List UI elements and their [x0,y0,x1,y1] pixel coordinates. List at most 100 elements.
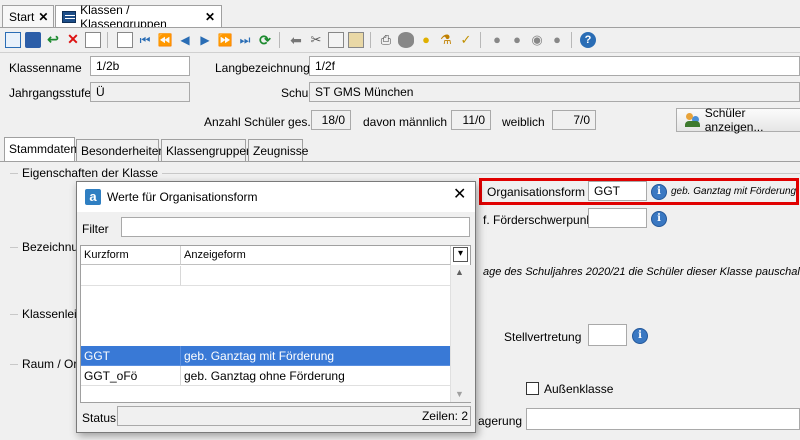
subtab-divider [0,161,800,162]
undo-icon[interactable]: ↩ [45,32,61,48]
tab-stammdaten[interactable]: Stammdaten [4,137,77,162]
klassenname-field[interactable]: 1/2b [90,56,190,76]
tab-start[interactable]: Start ✕ [2,5,54,27]
tab-start-label: Start [9,9,35,24]
filter-input[interactable] [121,217,470,237]
table-row[interactable]: GGT geb. Ganztag mit Förderung [81,346,451,366]
column-header-anzeigeform[interactable]: Anzeigeform [181,246,451,265]
cell-kurzform: GGT [81,346,181,366]
wizard-icon[interactable]: ⚗ [438,32,454,48]
info-icon[interactable]: i [632,328,648,344]
jahrgangsstufe-label: Jahrgangsstufe [9,86,92,100]
table-row[interactable] [81,266,451,286]
cell-kurzform: GGT_oFö [81,366,181,386]
langbezeichnung-label: Langbezeichnung [215,61,310,75]
cell-anzeigeform: geb. Ganztag mit Förderung [181,346,451,366]
tab-zeugnisse[interactable]: Zeugnisse [248,139,308,161]
bemerkung-text: age des Schuljahres 2020/21 die Schüler … [483,266,800,278]
scroll-up-icon[interactable]: ▲ [455,267,464,277]
previous-page-icon[interactable]: ⏪ [157,32,173,48]
cancel-icon[interactable] [85,32,101,48]
info-icon[interactable]: i [651,184,667,200]
anzahl-field: 18/0 [311,110,351,130]
help-icon[interactable]: ? [580,32,596,48]
klassenleitung-group-title: Klassenleit [22,307,81,321]
delete-icon[interactable]: ✕ [65,32,81,48]
raum-group-title: Raum / Ort [22,357,81,371]
tab-klassengruppen[interactable]: Klassengruppen [161,139,253,161]
scroll-down-icon[interactable]: ▼ [455,389,464,399]
hint-icon[interactable]: ● [418,32,434,48]
refresh-icon[interactable]: ⟳ [257,32,273,48]
filter-label: Filter [82,222,109,236]
close-icon[interactable]: ✕ [205,11,215,23]
stellvertretung-label: Stellvertretung [504,330,582,344]
organisationsform-label: Organisationsform [487,185,586,199]
close-icon[interactable]: ✕ [38,11,48,23]
user-icon[interactable]: ● [489,32,505,48]
copy-record-icon[interactable] [117,32,133,48]
class-table-icon [62,10,77,23]
lagerung-field[interactable] [526,408,800,430]
raum-group-header: Raum / Ort [10,357,81,371]
copy-icon[interactable] [328,32,344,48]
foerderschwerpunkt-label: f. Förderschwerpunkt [483,213,596,227]
cell-anzeigeform: geb. Ganztag ohne Förderung [181,366,451,386]
bezeichnung-group-header: Bezeichnu [10,240,78,254]
toolbar: ↩ ✕ ⏮ ⏪ ◀ ▶ ⏩ ⏭ ⟳ ⬅ ✂ ⎙ ● ⚗ ✓ ● ● ◉ ● ? [0,28,800,53]
weiblich-field: 7/0 [552,110,596,130]
column-header-kurzform[interactable]: Kurzform [81,246,181,265]
status-label: Status [82,411,117,425]
next-record-icon[interactable]: ▶ [197,32,213,48]
dialog-titlebar: a Werte für Organisationsform ✕ [77,182,475,212]
maennlich-field: 11/0 [451,110,491,130]
cell-anzeigeform [181,266,451,286]
table-row[interactable]: GGT_oFö geb. Ganztag ohne Förderung [81,366,451,386]
organisationsform-dialog: a Werte für Organisationsform ✕ Filter K… [76,181,476,433]
schule-field[interactable]: ST GMS München [309,82,800,102]
status-bar: Zeilen: 2 [117,406,471,426]
tab-besonderheiten[interactable]: Besonderheiten [76,139,165,161]
save-icon[interactable] [25,32,41,48]
paste-icon[interactable] [348,32,364,48]
aussenklasse-checkbox[interactable] [526,382,539,395]
new-icon[interactable] [5,32,21,48]
schueler-anzeigen-button[interactable]: Schüler anzeigen... [676,106,800,134]
anzahl-label: Anzahl Schüler ges. [204,115,311,129]
eigenschaften-group-title: Eigenschaften der Klasse [22,166,159,180]
next-page-icon[interactable]: ⏩ [217,32,233,48]
first-record-icon[interactable]: ⏮ [137,32,153,48]
maennlich-label: davon männlich [363,115,448,129]
bezeichnung-group-title: Bezeichnu [22,240,79,254]
stellvertretung-field[interactable] [588,324,627,346]
print-icon[interactable]: ⎙ [378,32,394,48]
previous-record-icon[interactable]: ◀ [177,32,193,48]
values-grid: Kurzform Anzeigeform ▾ GGT geb. Ganztag … [80,245,471,403]
cleanup-icon[interactable]: ✓ [458,32,474,48]
langbezeichnung-field[interactable]: 1/2f [309,56,800,76]
cut-icon[interactable]: ✂ [308,32,324,48]
column-chooser-icon[interactable]: ▾ [453,247,468,262]
weiblich-label: weiblich [502,115,545,129]
dialog-title: Werte für Organisationsform [107,190,258,204]
klassenleitung-group-header: Klassenleit [10,307,80,321]
lagerung-label: agerung [478,414,523,428]
tab-klassen[interactable]: Klassen / Klassengruppen ✕ [55,3,222,31]
info-icon[interactable]: i [651,211,667,227]
organisationsform-description: geb. Ganztag mit Förderung [671,186,797,197]
foerderschwerpunkt-field[interactable] [588,208,647,228]
close-icon[interactable]: ✕ [453,187,466,203]
back-icon[interactable]: ⬅ [288,32,304,48]
klassenname-label: Klassenname [9,61,82,75]
schueler-anzeigen-label: Schüler anzeigen... [704,106,764,134]
user-settings-icon[interactable]: ◉ [529,32,545,48]
grid-scrollbar[interactable]: ▲ ▼ [450,265,471,402]
group-icon[interactable]: ● [549,32,565,48]
jahrgangsstufe-field[interactable]: Ü [90,82,190,102]
users-icon[interactable]: ● [509,32,525,48]
students-icon [685,113,700,127]
aussenklasse-label: Außenklasse [544,382,614,396]
last-record-icon[interactable]: ⏭ [237,32,253,48]
organisationsform-field[interactable]: GGT [588,181,647,201]
preview-icon[interactable] [398,32,414,48]
